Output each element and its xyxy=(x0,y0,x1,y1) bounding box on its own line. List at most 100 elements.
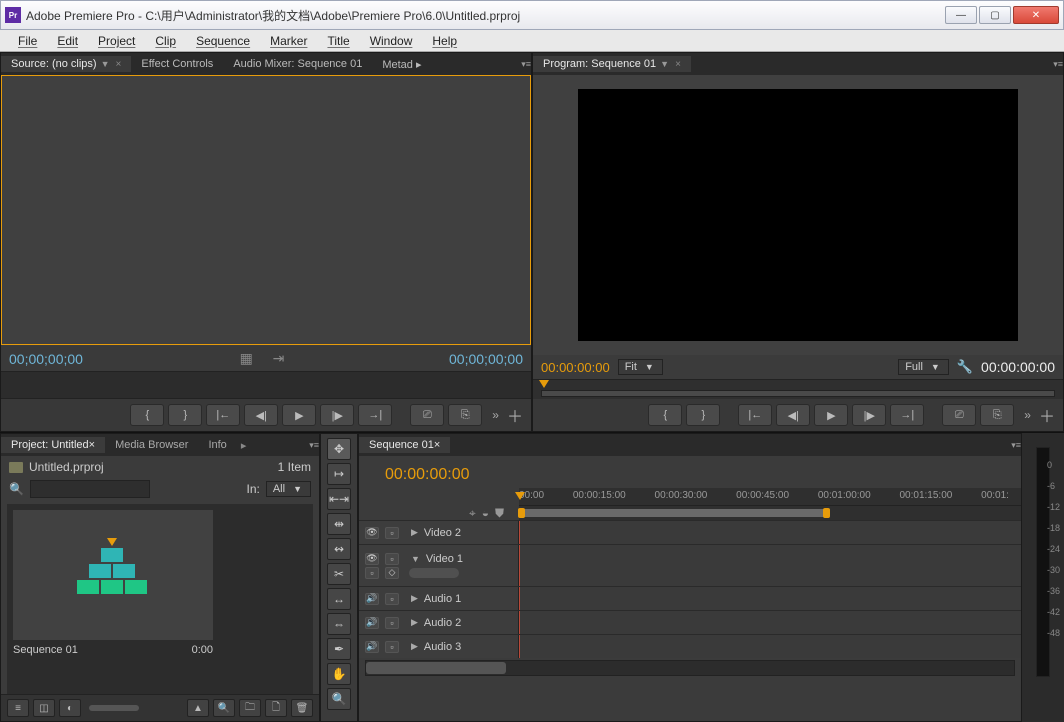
menu-edit[interactable]: Edit xyxy=(47,34,88,48)
panel-menu-icon[interactable]: ▾≡ xyxy=(1053,59,1063,70)
step-back-button[interactable]: ◀| xyxy=(244,404,278,426)
speaker-icon[interactable]: 🔊 xyxy=(365,617,379,629)
eye-icon[interactable]: 👁 xyxy=(365,553,379,565)
menu-clip[interactable]: Clip xyxy=(145,34,186,48)
lock-icon[interactable]: ▫ xyxy=(385,617,399,629)
add-button-icon[interactable]: ＋ xyxy=(507,403,523,427)
speaker-icon[interactable]: 🔊 xyxy=(365,641,379,653)
maximize-button[interactable]: ▢ xyxy=(979,6,1011,24)
tab-audio-mixer[interactable]: Audio Mixer: Sequence 01 xyxy=(223,56,372,72)
source-scrubber[interactable] xyxy=(1,371,531,399)
panel-menu-icon[interactable]: ▾≡ xyxy=(521,59,531,70)
tab-info[interactable]: Info xyxy=(198,437,236,453)
timeline-tc[interactable]: 00:00:00:00 xyxy=(385,466,470,484)
lock-icon[interactable]: ▫ xyxy=(385,641,399,653)
step-forward-button[interactable]: |▶ xyxy=(852,404,886,426)
track-label[interactable]: Audio 3 xyxy=(424,641,461,653)
track-label[interactable]: Audio 2 xyxy=(424,617,461,629)
tab-media-browser[interactable]: Media Browser xyxy=(105,437,198,453)
timeline-scrollbar[interactable] xyxy=(365,660,1015,676)
zoom-tool-icon[interactable]: 🔍 xyxy=(327,688,351,710)
track-label[interactable]: Video 2 xyxy=(424,527,461,539)
menu-help[interactable]: Help xyxy=(422,34,467,48)
lock-icon[interactable]: ▫ xyxy=(385,593,399,605)
go-to-in-button[interactable]: |← xyxy=(206,404,240,426)
panel-menu-icon[interactable]: ▾≡ xyxy=(309,440,319,451)
eye-icon[interactable]: 👁 xyxy=(365,527,379,539)
project-preview[interactable]: Sequence 01 0:00 xyxy=(7,504,313,694)
sequence-thumbnail[interactable] xyxy=(73,540,153,595)
mark-out-button[interactable]: } xyxy=(686,404,720,426)
settings-icon[interactable]: ⛊ xyxy=(495,506,504,521)
tab-effect-controls[interactable]: Effect Controls xyxy=(131,56,223,72)
track-label[interactable]: Video 1 xyxy=(426,553,463,565)
add-button-icon[interactable]: ＋ xyxy=(1039,403,1055,427)
menu-sequence[interactable]: Sequence xyxy=(186,34,260,48)
keyframe-icon[interactable]: ▫ xyxy=(365,567,379,579)
lift-button[interactable]: ⎚ xyxy=(942,404,976,426)
source-monitor[interactable] xyxy=(1,75,531,345)
menu-window[interactable]: Window xyxy=(360,34,423,48)
frame-icon[interactable]: ◇ xyxy=(385,567,399,579)
pen-tool-icon[interactable]: ✒ xyxy=(327,638,351,660)
zoom-select[interactable]: Fit▼ xyxy=(618,359,663,375)
source-tc-in[interactable]: 00;00;00;00 xyxy=(9,351,83,367)
resolution-select[interactable]: Full▼ xyxy=(898,359,949,375)
playhead-icon[interactable] xyxy=(539,380,549,388)
razor-tool-icon[interactable]: ✂ xyxy=(327,563,351,585)
menu-marker[interactable]: Marker xyxy=(260,34,317,48)
mark-out-button[interactable]: } xyxy=(168,404,202,426)
program-monitor[interactable] xyxy=(533,75,1063,355)
list-view-icon[interactable]: ≡ xyxy=(7,699,29,717)
play-button[interactable]: ▶ xyxy=(814,404,848,426)
speaker-icon[interactable]: 🔊 xyxy=(365,593,379,605)
work-area-bar[interactable] xyxy=(519,506,1021,520)
tab-source[interactable]: Source: (no clips)▼× xyxy=(1,56,131,72)
playhead-icon[interactable] xyxy=(515,492,525,500)
timeline-ruler[interactable]: 00:00 00:00:15:00 00:00:30:00 00:00:45:0… xyxy=(519,488,1021,506)
rolling-edit-tool-icon[interactable]: ⇹ xyxy=(327,513,351,535)
selection-tool-icon[interactable]: ✥ xyxy=(327,438,351,460)
tab-metadata[interactable]: Metad ▸ xyxy=(372,56,431,73)
trash-icon[interactable]: 🗑 xyxy=(291,699,313,717)
tab-program[interactable]: Program: Sequence 01▼× xyxy=(533,56,691,72)
more-controls-icon[interactable]: » xyxy=(492,408,499,422)
search-input[interactable] xyxy=(30,480,150,498)
lock-icon[interactable]: ▫ xyxy=(385,553,399,565)
step-forward-button[interactable]: |▶ xyxy=(320,404,354,426)
auto-color-icon[interactable]: ◐ xyxy=(59,699,81,717)
icon-view-icon[interactable]: ◫ xyxy=(33,699,55,717)
overwrite-button[interactable]: ⎘ xyxy=(448,404,482,426)
lock-icon[interactable]: ▫ xyxy=(385,527,399,539)
insert-button[interactable]: ⎚ xyxy=(410,404,444,426)
menu-project[interactable]: Project xyxy=(88,34,145,48)
go-to-out-button[interactable]: →| xyxy=(358,404,392,426)
new-bin-icon[interactable]: 🗀 xyxy=(239,699,261,717)
settings-icon[interactable]: 🔧 xyxy=(957,359,973,375)
zoom-slider[interactable] xyxy=(89,705,139,711)
rate-stretch-tool-icon[interactable]: ↭ xyxy=(327,538,351,560)
minimize-button[interactable]: — xyxy=(945,6,977,24)
mark-in-button[interactable]: { xyxy=(130,404,164,426)
extract-button[interactable]: ⎘ xyxy=(980,404,1014,426)
track-select-tool-icon[interactable]: ↦ xyxy=(327,463,351,485)
program-ruler[interactable] xyxy=(533,379,1063,399)
automate-icon[interactable]: ▲ xyxy=(187,699,209,717)
ripple-edit-tool-icon[interactable]: ⇤⇥ xyxy=(327,488,351,510)
opacity-widget[interactable] xyxy=(409,568,459,578)
slide-tool-icon[interactable]: ⇔ xyxy=(327,613,351,635)
panel-menu-icon[interactable]: ▾≡ xyxy=(1011,440,1021,451)
go-to-out-button[interactable]: →| xyxy=(890,404,924,426)
new-item-icon[interactable]: 🗋 xyxy=(265,699,287,717)
find-icon[interactable]: 🔍 xyxy=(213,699,235,717)
track-label[interactable]: Audio 1 xyxy=(424,593,461,605)
play-button[interactable]: ▶ xyxy=(282,404,316,426)
snap-icon[interactable]: ⌖ xyxy=(469,506,476,521)
go-to-in-button[interactable]: |← xyxy=(738,404,772,426)
filter-select[interactable]: All▼ xyxy=(266,481,311,497)
program-tc[interactable]: 00:00:00:00 xyxy=(541,360,610,375)
mark-in-button[interactable]: { xyxy=(648,404,682,426)
menu-title[interactable]: Title xyxy=(317,34,359,48)
search-icon[interactable]: 🔍 xyxy=(9,482,24,496)
slip-tool-icon[interactable]: ↔ xyxy=(327,588,351,610)
